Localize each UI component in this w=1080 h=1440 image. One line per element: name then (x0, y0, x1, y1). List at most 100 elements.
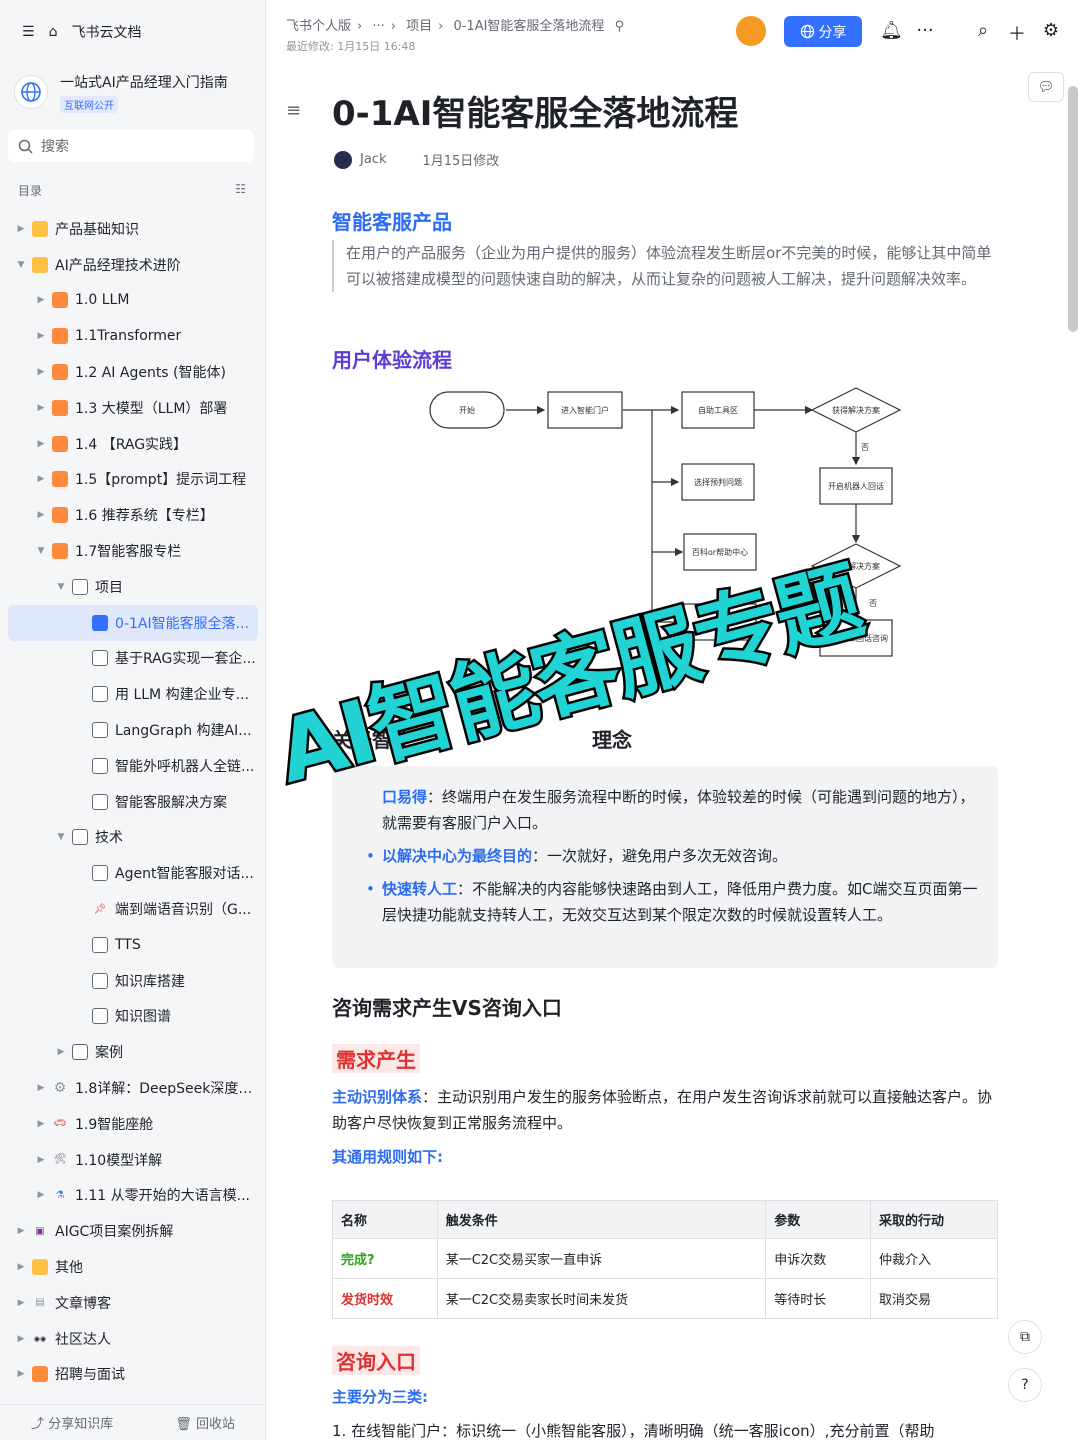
breadcrumb-item[interactable]: ··· (372, 19, 384, 34)
pin-icon[interactable]: ⚲ (615, 19, 625, 34)
sidebar-tree-item[interactable]: ▶ ◉◉ 社区达人 (8, 1321, 258, 1357)
caret-right-icon[interactable]: ▶ (14, 1369, 28, 1379)
sidebar-tree-item[interactable]: ▶ 1.3 大模型（LLM）部署 (8, 390, 258, 426)
sidebar-tree-item[interactable]: ▶ 1.1Transformer (8, 318, 258, 354)
sidebar-tree-item[interactable]: 智能外呼机器人全链... (8, 748, 258, 784)
author-avatar[interactable] (334, 150, 352, 169)
sidebar-tree-item[interactable]: 知识库搭建 (8, 963, 258, 999)
table-cell[interactable]: 完成? (332, 1238, 438, 1279)
sidebar-tree-item[interactable]: 智能客服解决方案 (8, 784, 258, 820)
callout-card: 口易得：终端用户在发生服务流程中断的时候，体验较差的时候（可能遇到问题的地方），… (332, 766, 998, 968)
caret-right-icon[interactable]: ▶ (34, 403, 48, 413)
sidebar-tree-item[interactable]: 用 LLM 构建企业专... (8, 676, 258, 712)
table-cell[interactable]: 某一C2C交易买家一直申诉 (436, 1238, 767, 1279)
sidebar-tree-item[interactable]: ▶ 1.5【prompt】提示词工程 (8, 462, 258, 498)
trash-button[interactable]: 🗑 回收站 (175, 1413, 235, 1432)
breadcrumb-item[interactable]: 飞书个人版 (286, 19, 351, 34)
flow-select-question: 选择预判问题 (694, 477, 742, 487)
share-button[interactable]: 分享 (784, 16, 862, 47)
table-cell[interactable]: 申诉次数 (765, 1238, 871, 1279)
plus-icon[interactable]: ＋ (1006, 20, 1028, 46)
sidebar-tree-item[interactable]: ▶ 1.4 【RAG实践】 (8, 426, 258, 462)
sidebar-tree-item[interactable]: LangGraph 构建AI... (8, 712, 258, 748)
sidebar-tree-item[interactable]: ▶ ▣ AIGC项目案例拆解 (8, 1213, 258, 1249)
home-label[interactable]: 飞书云文档 (71, 22, 141, 42)
settings-icon[interactable]: ⚙ (1040, 20, 1062, 41)
caret-right-icon[interactable]: ▶ (34, 1190, 48, 1200)
sidebar-tree-item[interactable]: 知识图谱 (8, 999, 258, 1035)
sidebar-tree-item[interactable]: ▼ 项目 (8, 569, 258, 605)
scrollbar[interactable] (1066, 64, 1078, 1440)
caret-down-icon[interactable]: ▼ (34, 546, 48, 556)
caret-right-icon[interactable]: ▶ (14, 224, 28, 234)
tools-icon: 🛠︎ (53, 1154, 67, 1166)
sidebar-tree-item[interactable]: 0-1AI智能客服全落... (8, 604, 258, 641)
caret-right-icon[interactable]: ▶ (34, 1119, 48, 1129)
sidebar-tree-item[interactable]: ▶ 产品基础知识 (8, 211, 258, 247)
bullet-text: ：终端用户在发生服务流程中断的时候，体验较差的时候（可能遇到问题的地方），就需要… (382, 788, 975, 832)
sidebar-tree-item[interactable]: ▶ 1.0 LLM (8, 283, 258, 319)
caret-down-icon[interactable]: ▼ (54, 832, 68, 842)
caret-right-icon[interactable]: ▶ (14, 1298, 28, 1308)
caret-right-icon[interactable]: ▶ (34, 1083, 48, 1093)
sidebar-item-label: TTS (115, 936, 141, 953)
caret-right-icon[interactable]: ▶ (34, 1155, 48, 1165)
sidebar-tree-item[interactable]: ▼ 技术 (8, 820, 258, 856)
caret-right-icon[interactable]: ▶ (34, 510, 48, 520)
sidebar-tree-item[interactable]: ▼ AI产品经理技术进阶 (8, 247, 258, 283)
collapse-sidebar-icon[interactable]: ☰ (22, 24, 35, 40)
sidebar-tree-item[interactable]: ▼ 1.7智能客服专栏 (8, 533, 258, 569)
eyes-icon: ◉◉ (33, 1334, 47, 1343)
sidebar-tree-item[interactable]: ▶ ⚙ 1.8详解：DeepSeek深度推... (8, 1070, 258, 1106)
table-cell[interactable]: 取消交易 (869, 1278, 999, 1319)
sidebar-tree-item[interactable]: ▶ 🚗︎ 1.9智能座舱 (8, 1106, 258, 1142)
bell-icon[interactable]: 🔔︎ (880, 20, 903, 41)
sidebar-tree-item[interactable]: ▶ 🛠︎ 1.10模型详解 (8, 1142, 258, 1178)
table-cell[interactable]: 发货时效 (332, 1278, 438, 1319)
sidebar-tree-item[interactable]: Agent智能客服对话... (8, 855, 258, 891)
caret-right-icon[interactable]: ▶ (34, 295, 48, 305)
caret-right-icon[interactable]: ▶ (14, 1226, 28, 1236)
sidebar-tree-item[interactable]: ▶ 其他 (8, 1249, 258, 1285)
caret-right-icon[interactable]: ▶ (14, 1334, 28, 1344)
table-cell[interactable]: 某一C2C交易卖家长时间未发货 (436, 1278, 767, 1319)
comment-icon[interactable]: 💬︎ (1028, 72, 1064, 102)
share-kb-label: 分享知识库 (48, 1417, 114, 1432)
sidebar-tree-item[interactable]: ▶ ▤ 文章博客 (8, 1285, 258, 1321)
caret-right-icon[interactable]: ▶ (34, 474, 48, 484)
outline-icon[interactable]: ≡ (286, 100, 301, 121)
more-icon[interactable]: ··· (914, 20, 936, 41)
sidebar-tree-item[interactable]: ▶ 1.6 推荐系统【专栏】 (8, 497, 258, 533)
caret-right-icon[interactable]: ▶ (34, 367, 48, 377)
list-settings-icon[interactable]: ☷ (235, 182, 246, 199)
sidebar-tree-item[interactable]: ▶ 案例 (8, 1034, 258, 1070)
search-icon[interactable]: ⌕ (972, 20, 994, 41)
knowledge-base-header[interactable]: 一站式AI产品经理入门指南 互联网公开 (14, 64, 254, 120)
breadcrumb-item[interactable]: 项目 (406, 19, 432, 34)
caret-down-icon[interactable]: ▼ (14, 260, 28, 270)
caret-right-icon[interactable]: ▶ (34, 439, 48, 449)
sidebar-tree-item[interactable]: 基于RAG实现一套企... (8, 641, 258, 677)
sidebar-tree-item[interactable]: ▶ 1.2 AI Agents (智能体) (8, 354, 258, 390)
sidebar-tree-item[interactable]: ▶ 招聘与面试 (8, 1357, 258, 1393)
sidebar-search[interactable]: 搜索 (8, 130, 254, 162)
sidebar-tree-item[interactable]: TTS (8, 927, 258, 963)
caret-right-icon[interactable]: ▶ (14, 1262, 28, 1272)
caret-down-icon[interactable]: ▼ (54, 582, 68, 592)
table-cell[interactable]: 等待时长 (765, 1278, 871, 1319)
search-icon (18, 139, 33, 154)
user-avatar[interactable] (736, 16, 766, 46)
scrollbar-thumb[interactable] (1068, 86, 1078, 332)
home-icon[interactable]: ⌂ (49, 24, 58, 40)
caret-right-icon[interactable]: ▶ (54, 1047, 68, 1057)
sidebar-tree-item[interactable]: ▶ ⚗ 1.11 从零开始的大语言模... (8, 1178, 258, 1214)
sidebar-tree-item[interactable]: 📌︎ 端到端语音识别（G... (8, 891, 258, 927)
help-icon[interactable]: ? (1008, 1368, 1042, 1402)
author-name[interactable]: Jack (360, 152, 386, 167)
copy-icon[interactable]: ⧉ (1008, 1320, 1042, 1354)
paragraph-text: ：主动识别用户发生的服务体验断点，在用户发生咨询诉求前就可以直接触达客户。协助客… (332, 1088, 993, 1132)
share-kb-button[interactable]: ⤴ 分享知识库 (31, 1413, 113, 1432)
caret-right-icon[interactable]: ▶ (34, 331, 48, 341)
sidebar-item-label: 1.5【prompt】提示词工程 (75, 472, 247, 489)
table-cell[interactable]: 仲裁介入 (869, 1238, 999, 1279)
